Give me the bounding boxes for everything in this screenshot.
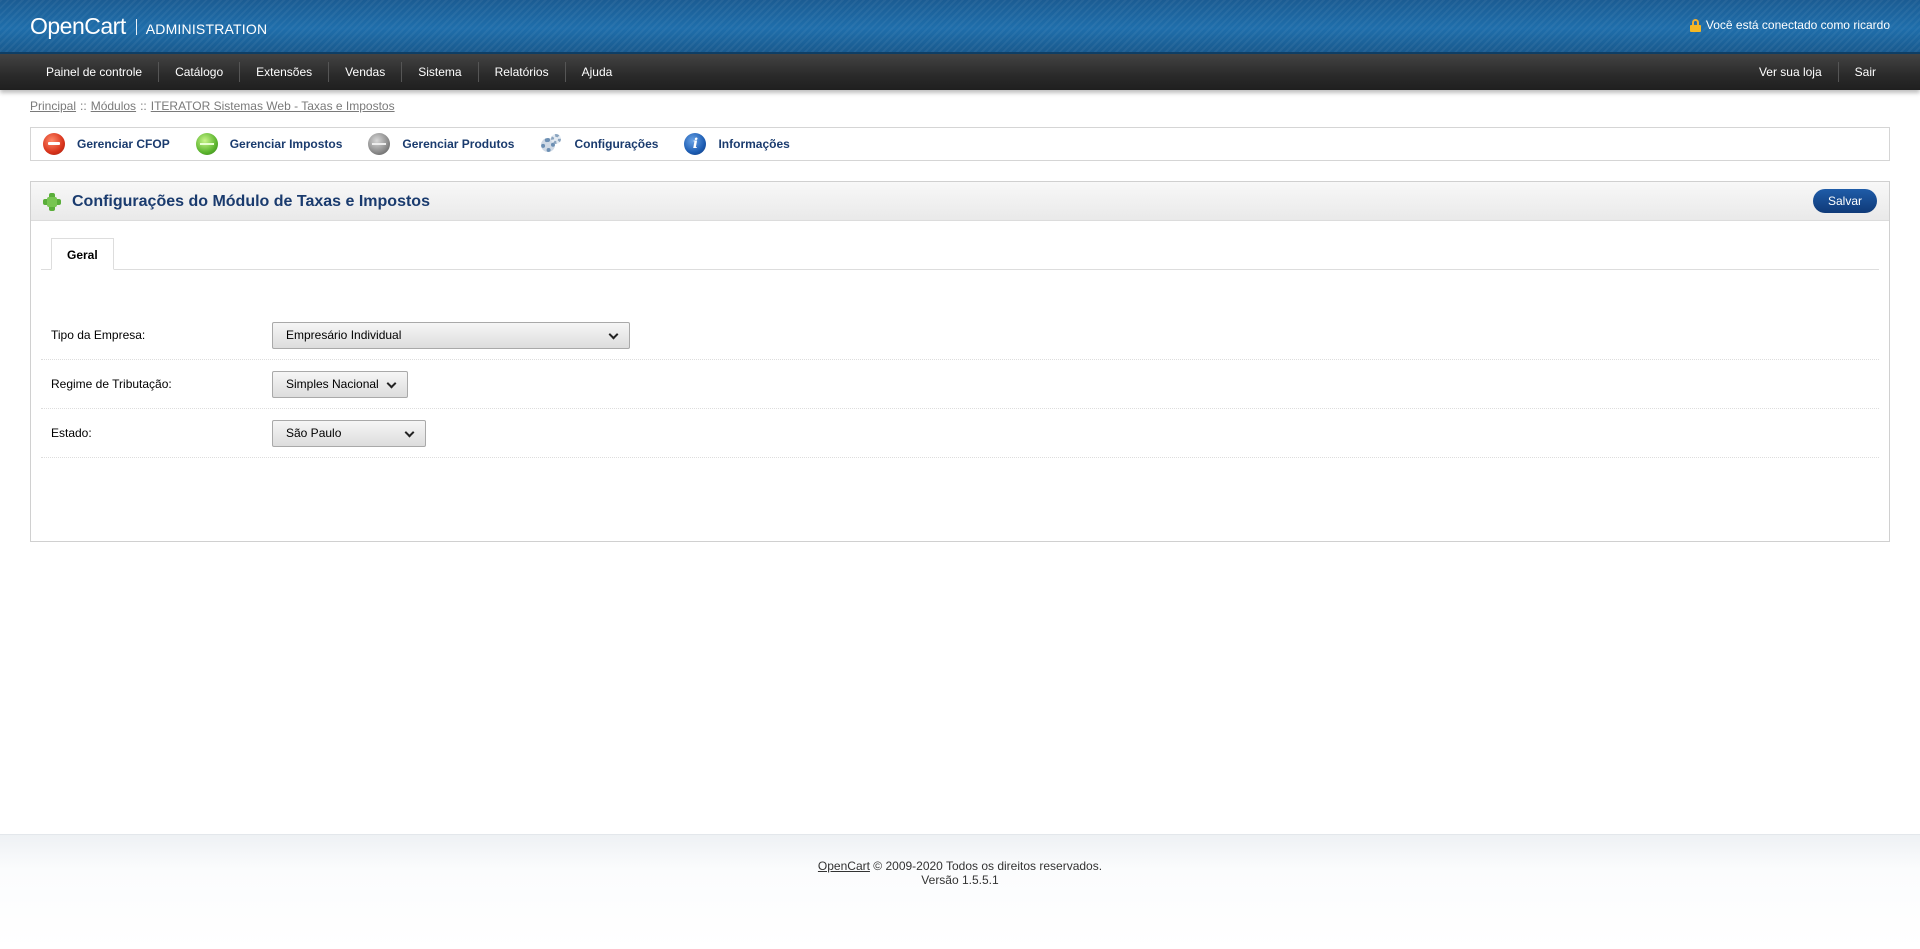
form-row-estado: Estado: São Paulo — [41, 409, 1879, 458]
panel-heading: Configurações do Módulo de Taxas e Impos… — [31, 182, 1889, 221]
footer-opencart-link[interactable]: OpenCart — [818, 859, 870, 873]
info-icon: i — [684, 133, 707, 155]
gerenciar-produtos-link[interactable]: Gerenciar Produtos — [368, 133, 514, 155]
tipo-empresa-select[interactable]: Empresário Individual — [272, 321, 630, 349]
header-bar: OpenCart ADMINISTRATION Você está conect… — [0, 0, 1920, 54]
brand-subtitle: ADMINISTRATION — [145, 21, 268, 37]
gray-orb-icon — [368, 133, 391, 155]
chevron-down-icon — [608, 329, 619, 339]
breadcrumb-principal[interactable]: Principal — [30, 99, 76, 113]
gerenciar-impostos-link[interactable]: Gerenciar Impostos — [195, 133, 343, 155]
brand[interactable]: OpenCart ADMINISTRATION — [30, 13, 267, 40]
menu-item-vendas[interactable]: Vendas — [328, 62, 401, 82]
gerenciar-cfop-label: Gerenciar CFOP — [77, 137, 170, 151]
module-toolbar: Gerenciar CFOP Gerenciar Impostos Gerenc… — [30, 127, 1890, 161]
menu-item-painel[interactable]: Painel de controle — [30, 62, 158, 82]
breadcrumb-current[interactable]: ITERATOR Sistemas Web - Taxas e Impostos — [151, 99, 395, 113]
gears-icon — [540, 133, 562, 155]
configuracoes-link[interactable]: Configurações — [540, 133, 658, 155]
tab-geral[interactable]: Geral — [51, 238, 114, 270]
estado-label: Estado: — [51, 426, 92, 440]
breadcrumb-modulos[interactable]: Módulos — [91, 99, 136, 113]
menu-right: Ver sua loja Sair — [1743, 62, 1890, 82]
menu-left: Painel de controle Catálogo Extensões Ve… — [30, 62, 628, 82]
red-minus-icon — [43, 133, 65, 155]
footer-copyright: © 2009-2020 Todos os direitos reservados… — [873, 859, 1103, 873]
regime-select[interactable]: Simples Nacional — [272, 370, 408, 398]
form-row-regime: Regime de Tributação: Simples Nacional — [41, 360, 1879, 409]
tipo-empresa-value: Empresário Individual — [286, 327, 402, 342]
login-info: Você está conectado como ricardo — [1689, 18, 1890, 32]
green-orb-icon — [195, 133, 218, 155]
configuracoes-label: Configurações — [574, 137, 659, 151]
form-row-tipo-empresa: Tipo da Empresa: Empresário Individual — [41, 311, 1879, 360]
gerenciar-produtos-label: Gerenciar Produtos — [402, 137, 515, 151]
regime-value: Simples Nacional — [286, 376, 379, 391]
informacoes-link[interactable]: i Informações — [684, 133, 790, 155]
main-menu: Painel de controle Catálogo Extensões Ve… — [0, 54, 1920, 90]
tipo-empresa-label: Tipo da Empresa: — [51, 328, 146, 342]
save-button[interactable]: Salvar — [1812, 189, 1877, 213]
menu-item-ajuda[interactable]: Ajuda — [564, 62, 629, 82]
footer: OpenCart © 2009-2020 Todos os direitos r… — [0, 834, 1920, 949]
regime-label: Regime de Tributação: — [51, 377, 172, 391]
tab-bar: Geral — [41, 230, 1879, 270]
menu-item-ver-loja[interactable]: Ver sua loja — [1743, 62, 1838, 82]
estado-value: São Paulo — [286, 425, 342, 440]
settings-panel: Configurações do Módulo de Taxas e Impos… — [30, 181, 1890, 542]
breadcrumb: Principal:: Módulos:: ITERATOR Sistemas We… — [30, 99, 395, 113]
estado-select[interactable]: São Paulo — [272, 419, 426, 447]
informacoes-label: Informações — [718, 137, 790, 151]
brand-logo[interactable]: OpenCart — [30, 13, 126, 40]
menu-item-extensoes[interactable]: Extensões — [239, 62, 328, 82]
gerenciar-cfop-link[interactable]: Gerenciar CFOP — [43, 133, 170, 155]
breadcrumb-separator: :: — [80, 99, 87, 113]
panel-content: Geral Tipo da Empresa: Empresário Indivi… — [31, 221, 1889, 458]
puzzle-icon — [43, 193, 61, 211]
brand-divider — [135, 18, 137, 35]
panel-title: Configurações do Módulo de Taxas e Impos… — [72, 193, 430, 210]
menu-item-catalogo[interactable]: Catálogo — [158, 62, 239, 82]
menu-item-sistema[interactable]: Sistema — [401, 62, 477, 82]
settings-form: Tipo da Empresa: Empresário Individual R… — [41, 311, 1879, 458]
menu-item-sair[interactable]: Sair — [1837, 62, 1890, 82]
menu-item-relatorios[interactable]: Relatórios — [477, 62, 565, 82]
gerenciar-impostos-label: Gerenciar Impostos — [229, 137, 343, 151]
footer-version: Versão 1.5.5.1 — [921, 873, 999, 887]
lock-icon — [1689, 18, 1701, 32]
chevron-down-icon — [386, 378, 397, 388]
login-text: Você está conectado como ricardo — [1705, 18, 1890, 32]
chevron-down-icon — [404, 427, 415, 437]
footer-copyright-line: OpenCart © 2009-2020 Todos os direitos r… — [0, 859, 1920, 873]
breadcrumb-separator: :: — [140, 99, 147, 113]
